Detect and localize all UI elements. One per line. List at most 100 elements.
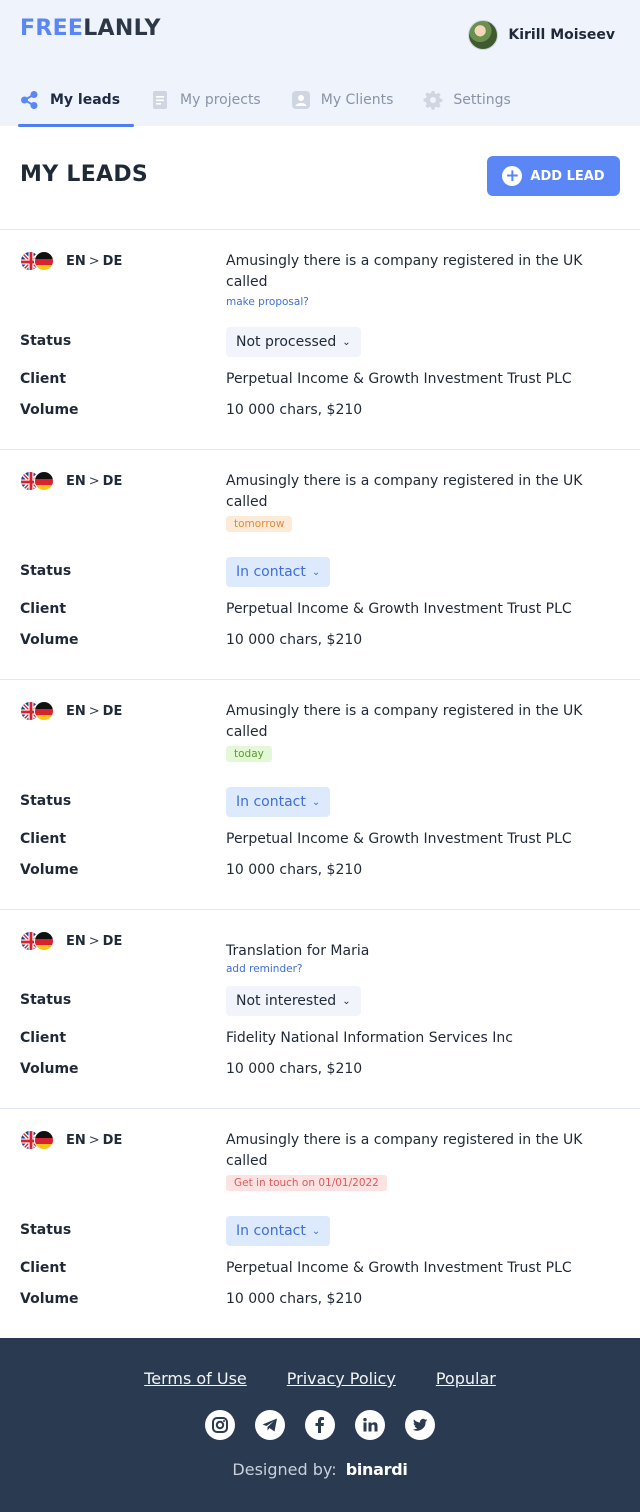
language-pair: EN > DE bbox=[20, 700, 122, 722]
chevron-down-icon: ⌄ bbox=[311, 1225, 321, 1237]
lead-card: EN > DE Amusingly there is a company regis… bbox=[0, 230, 640, 450]
terms-of-use-link[interactable]: Terms of Use bbox=[144, 1369, 247, 1388]
logo-part-free: FREE bbox=[20, 16, 84, 41]
client-value: Perpetual Income & Growth Investment Tru… bbox=[226, 371, 572, 387]
language-pair-text: EN > DE bbox=[66, 473, 123, 489]
status-value: Not interested bbox=[236, 993, 337, 1009]
germany-flag-icon bbox=[34, 471, 54, 491]
language-pair-text: EN > DE bbox=[66, 253, 123, 269]
tab-my-leads[interactable]: My leads bbox=[0, 86, 135, 127]
lead-description: Amusingly there is a company registered … bbox=[226, 1132, 583, 1169]
tab-label: My Clients bbox=[320, 92, 394, 108]
client-value: Perpetual Income & Growth Investment Tru… bbox=[226, 601, 572, 617]
designer-brand-logo[interactable]: binardi bbox=[346, 1460, 408, 1479]
make-proposal-link[interactable]: make proposal? bbox=[226, 295, 616, 309]
lead-card: EN > DE Translation for Maria add reminder… bbox=[0, 910, 640, 1109]
language-pair: EN > DE bbox=[20, 470, 122, 492]
tab-my-clients[interactable]: My Clients bbox=[271, 86, 404, 114]
status-dropdown[interactable]: In contact ⌄ bbox=[226, 787, 331, 817]
client-value: Fidelity National Information Services I… bbox=[226, 1030, 513, 1046]
facebook-icon[interactable] bbox=[305, 1410, 335, 1440]
client-value: Perpetual Income & Growth Investment Tru… bbox=[226, 1260, 572, 1276]
client-label: Client bbox=[20, 1260, 67, 1276]
volume-label: Volume bbox=[20, 862, 79, 878]
reminder-badge: Get in touch on 01/01/2022 bbox=[226, 1175, 387, 1191]
reminder-badge: today bbox=[226, 746, 272, 762]
telegram-icon[interactable] bbox=[255, 1410, 285, 1440]
volume-value: 10 000 chars, $210 bbox=[226, 632, 363, 648]
tab-label: My projects bbox=[180, 92, 261, 108]
status-label: Status bbox=[20, 333, 72, 349]
tab-settings[interactable]: Settings bbox=[403, 86, 520, 114]
chevron-down-icon: ⌄ bbox=[311, 566, 321, 578]
chevron-down-icon: ⌄ bbox=[342, 995, 351, 1007]
volume-value: 10 000 chars, $210 bbox=[226, 1291, 363, 1307]
status-label: Status bbox=[20, 793, 72, 809]
lead-description: Amusingly there is a company registered … bbox=[226, 473, 583, 510]
tab-label: Settings bbox=[453, 92, 511, 108]
volume-label: Volume bbox=[20, 1291, 79, 1307]
language-pair-text: EN > DE bbox=[66, 703, 123, 719]
status-value: Not processed bbox=[236, 334, 337, 350]
volume-label: Volume bbox=[20, 402, 79, 418]
language-pair: EN > DE bbox=[20, 1129, 122, 1151]
status-label: Status bbox=[20, 992, 72, 1008]
tab-label: My leads bbox=[50, 92, 121, 108]
social-links bbox=[0, 1410, 640, 1440]
logo-part-lanly: LANLY bbox=[83, 16, 161, 41]
lead-card: EN > DE Amusingly there is a company regis… bbox=[0, 450, 640, 680]
footer-links: Terms of Use Privacy Policy Popular bbox=[0, 1369, 640, 1388]
popular-link[interactable]: Popular bbox=[436, 1369, 496, 1388]
tab-bar: My leads My projects My Clients Settings bbox=[0, 86, 521, 127]
footer: Terms of Use Privacy Policy Popular Desi… bbox=[0, 1338, 640, 1512]
plus-circle-icon: + bbox=[502, 166, 523, 186]
chevron-down-icon: ⌄ bbox=[342, 336, 351, 348]
status-value: In contact bbox=[236, 794, 306, 810]
privacy-policy-link[interactable]: Privacy Policy bbox=[287, 1369, 396, 1388]
language-pair-text: EN > DE bbox=[66, 933, 123, 949]
germany-flag-icon bbox=[34, 701, 54, 721]
lead-description: Amusingly there is a company registered … bbox=[226, 703, 583, 740]
title-row: MY LEADS + ADD LEAD bbox=[0, 126, 640, 230]
client-label: Client bbox=[20, 371, 67, 387]
user-menu[interactable]: Kirill Moiseev bbox=[468, 20, 615, 50]
status-label: Status bbox=[20, 1222, 72, 1238]
add-lead-button[interactable]: + ADD LEAD bbox=[487, 156, 620, 196]
volume-value: 10 000 chars, $210 bbox=[226, 402, 363, 418]
status-dropdown[interactable]: Not processed ⌄ bbox=[226, 327, 361, 357]
gear-icon bbox=[423, 90, 443, 110]
client-value: Perpetual Income & Growth Investment Tru… bbox=[226, 831, 572, 847]
volume-label: Volume bbox=[20, 1061, 79, 1077]
status-dropdown[interactable]: In contact ⌄ bbox=[226, 1216, 331, 1246]
status-label: Status bbox=[20, 563, 72, 579]
germany-flag-icon bbox=[34, 251, 54, 271]
germany-flag-icon bbox=[34, 1130, 54, 1150]
status-dropdown[interactable]: In contact ⌄ bbox=[226, 557, 331, 587]
client-label: Client bbox=[20, 831, 67, 847]
contact-card-icon bbox=[291, 90, 311, 110]
lead-card: EN > DE Amusingly there is a company regis… bbox=[0, 680, 640, 910]
add-lead-label: ADD LEAD bbox=[530, 168, 605, 184]
linkedin-icon[interactable] bbox=[355, 1410, 385, 1440]
germany-flag-icon bbox=[34, 931, 54, 951]
reminder-badge: tomorrow bbox=[226, 516, 293, 532]
language-pair: EN > DE bbox=[20, 930, 122, 952]
status-dropdown[interactable]: Not interested ⌄ bbox=[226, 986, 361, 1016]
chevron-down-icon: ⌄ bbox=[311, 796, 321, 808]
document-icon bbox=[150, 90, 170, 110]
page-title: MY LEADS bbox=[20, 162, 149, 187]
designed-by-label: Designed by: bbox=[232, 1460, 337, 1479]
logo[interactable]: FREELANLY bbox=[20, 16, 161, 41]
lead-description: Amusingly there is a company registered … bbox=[226, 253, 583, 290]
add-reminder-link[interactable]: add reminder? bbox=[226, 962, 616, 976]
user-name: Kirill Moiseev bbox=[508, 27, 615, 43]
designed-by: Designed by: binardi bbox=[0, 1460, 640, 1479]
language-pair-text: EN > DE bbox=[66, 1132, 123, 1148]
tab-my-projects[interactable]: My projects bbox=[130, 86, 271, 114]
volume-value: 10 000 chars, $210 bbox=[226, 1061, 363, 1077]
lead-description: Translation for Maria bbox=[226, 943, 370, 959]
twitter-icon[interactable] bbox=[405, 1410, 435, 1440]
volume-label: Volume bbox=[20, 632, 79, 648]
instagram-icon[interactable] bbox=[205, 1410, 235, 1440]
lead-card: EN > DE Amusingly there is a company regis… bbox=[0, 1109, 640, 1339]
